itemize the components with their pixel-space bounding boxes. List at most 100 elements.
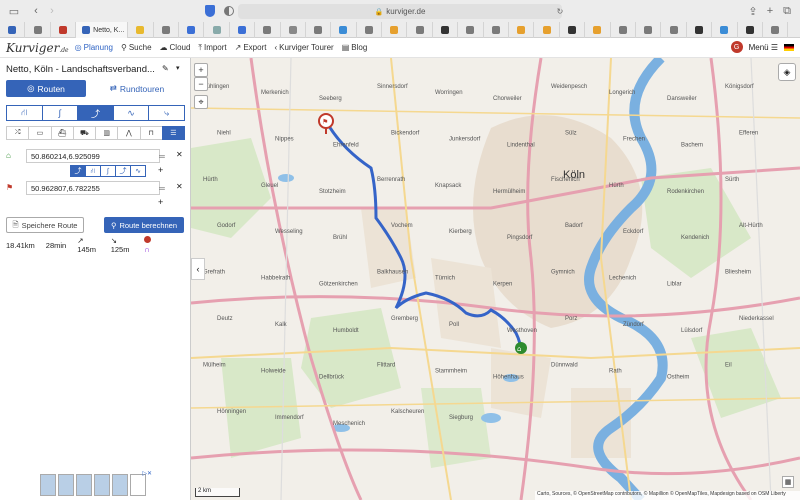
caret-down-icon[interactable]: ▾ — [176, 64, 180, 72]
browser-tab[interactable] — [25, 22, 51, 38]
nav-cloud[interactable]: ☁ Cloud — [160, 43, 191, 52]
browser-tab[interactable] — [585, 22, 611, 38]
forward-icon[interactable]: › — [44, 4, 60, 18]
add-waypoint-icon[interactable]: + — [158, 197, 163, 207]
ad-image[interactable] — [94, 474, 110, 496]
browser-tab[interactable] — [382, 22, 408, 38]
tunnel-icon[interactable]: ▥ — [95, 126, 119, 140]
browser-tab[interactable] — [484, 22, 510, 38]
browser-tab[interactable] — [0, 22, 26, 38]
browser-tab[interactable] — [51, 22, 77, 38]
browser-tab[interactable] — [128, 22, 154, 38]
calculate-route-button[interactable]: ⚲ Route berechnen — [104, 217, 184, 233]
browser-tab[interactable] — [636, 22, 662, 38]
segment-extra-icon[interactable]: ∫ — [100, 165, 116, 177]
browser-tab[interactable] — [204, 22, 230, 38]
profile-short-icon[interactable]: ⤷ — [148, 105, 185, 121]
nav-import[interactable]: ⤒ Import — [198, 43, 226, 53]
shuffle-icon[interactable]: ⤮ — [6, 126, 30, 140]
segment-short-icon[interactable]: ∿ — [130, 165, 146, 177]
rundtouren-tab[interactable]: ⇄ Rundtouren — [92, 80, 182, 97]
tab-overview-icon[interactable]: ⧉ — [779, 4, 795, 18]
address-bar[interactable]: 🔒 kurviger.de — [238, 4, 562, 19]
profile-fastest-icon[interactable]: ⛙ — [6, 105, 43, 121]
browser-tab[interactable] — [179, 22, 205, 38]
map-view[interactable]: ⚑ ⌂ Köln Fühlingen Merkenich Seeberg Sinner… — [191, 58, 800, 500]
drag-handle-icon[interactable]: ═ — [156, 181, 168, 195]
ad-close-icon[interactable]: ▷✕ — [142, 470, 152, 477]
browser-tab[interactable] — [534, 22, 560, 38]
nav-export[interactable]: ↗ Export — [235, 43, 267, 52]
stop-sign-icon[interactable]: ∩ — [144, 236, 173, 254]
nav-kurviger-tourer[interactable]: ‹ Kurviger Tourer — [274, 43, 333, 52]
locate-icon[interactable]: ⌖ — [194, 95, 208, 109]
browser-tab[interactable] — [560, 22, 586, 38]
browser-tab[interactable] — [509, 22, 535, 38]
reload-icon[interactable]: ↻ — [552, 4, 568, 18]
map-canvas[interactable]: ⚑ ⌂ Köln FühlingenMerkenichSeebergSinner… — [191, 58, 800, 500]
browser-tab[interactable] — [738, 22, 763, 38]
browser-tab[interactable] — [306, 22, 332, 38]
profile-curvy-icon[interactable]: ∫ — [41, 105, 79, 121]
unpaved-icon[interactable]: ⊓ — [139, 126, 163, 140]
nav-suche[interactable]: ⚲ Suche — [121, 43, 152, 52]
remove-waypoint-icon[interactable]: ✕ — [176, 182, 183, 191]
browser-tab[interactable] — [331, 22, 357, 38]
start-marker[interactable]: ⌂ — [515, 342, 527, 354]
browser-tab[interactable] — [281, 22, 306, 38]
kurviger-logo[interactable]: Kurviger.de — [6, 41, 69, 55]
zoom-in-button[interactable]: + — [194, 63, 208, 77]
ad-image[interactable] — [130, 474, 146, 496]
ferry-icon[interactable]: ⛴ — [50, 126, 74, 140]
routen-tab[interactable]: ◎ Routen — [6, 80, 86, 97]
user-avatar[interactable]: G — [730, 41, 743, 53]
map-attribution[interactable]: Carto, Sources, © OpenStreetMap contribu… — [535, 491, 800, 500]
ad-image[interactable] — [112, 474, 128, 496]
browser-tab[interactable] — [763, 22, 789, 38]
advertisement[interactable]: ▷✕ — [40, 470, 152, 498]
zoom-out-button[interactable]: − — [194, 77, 208, 91]
language-flag-icon[interactable] — [784, 43, 794, 51]
browser-tab[interactable] — [357, 22, 383, 38]
edit-pencil-icon[interactable]: ✎ — [162, 64, 169, 73]
new-tab-icon[interactable]: + — [762, 4, 778, 18]
browser-tab[interactable] — [255, 22, 281, 38]
layers-icon[interactable]: ◈ — [778, 63, 796, 81]
sidebar-toggle-icon[interactable]: ▭ — [6, 4, 22, 18]
waypoint-end-input[interactable] — [26, 181, 160, 195]
motorway-icon[interactable]: ⋀ — [117, 126, 141, 140]
profile-curviest-icon[interactable]: ∿ — [112, 105, 150, 121]
browser-tab[interactable] — [611, 22, 636, 38]
collapse-sidebar-button[interactable]: ‹ — [191, 258, 205, 280]
browser-tab[interactable]: Netto, K... — [76, 22, 129, 38]
nav-planung[interactable]: ◎ Planung — [75, 43, 113, 52]
browser-tab[interactable] — [458, 22, 484, 38]
remove-waypoint-icon[interactable]: ✕ — [176, 150, 183, 159]
car-icon[interactable]: ⛟ — [72, 126, 96, 140]
ad-image[interactable] — [76, 474, 92, 496]
ad-image[interactable] — [58, 474, 74, 496]
browser-tab[interactable] — [154, 22, 179, 38]
segment-curvy-icon[interactable]: ⛙ — [85, 165, 101, 177]
toll-icon[interactable]: ▭ — [28, 126, 52, 140]
contrast-icon[interactable] — [224, 6, 234, 16]
settings-sliders-icon[interactable]: ☰ — [161, 126, 185, 140]
menu-button[interactable]: Menü ☰ — [749, 43, 778, 52]
waypoint-start-input[interactable] — [26, 149, 160, 163]
browser-tab[interactable] — [433, 22, 459, 38]
nav-blog[interactable]: ▤ Blog — [342, 43, 368, 52]
browser-tab[interactable] — [712, 22, 738, 38]
segment-curviest-icon[interactable]: ⤴ — [115, 165, 131, 177]
route-title[interactable]: Netto, Köln - Landschaftsverband... — [6, 64, 156, 75]
shield-icon[interactable] — [205, 5, 215, 17]
back-icon[interactable]: ‹ — [28, 4, 44, 18]
share-icon[interactable]: ⇪ — [745, 4, 761, 18]
segment-fastest-icon[interactable]: ⤴ — [70, 165, 86, 177]
ad-image[interactable] — [40, 474, 56, 496]
profile-extra-curvy-icon[interactable]: ⤴ — [77, 105, 114, 121]
browser-tab[interactable] — [687, 22, 713, 38]
map-settings-icon[interactable]: ▦ — [782, 476, 794, 488]
save-route-button[interactable]: 🗎 Speichere Route — [6, 217, 84, 233]
drag-handle-icon[interactable]: ═ — [156, 149, 168, 163]
browser-tab[interactable] — [230, 22, 256, 38]
